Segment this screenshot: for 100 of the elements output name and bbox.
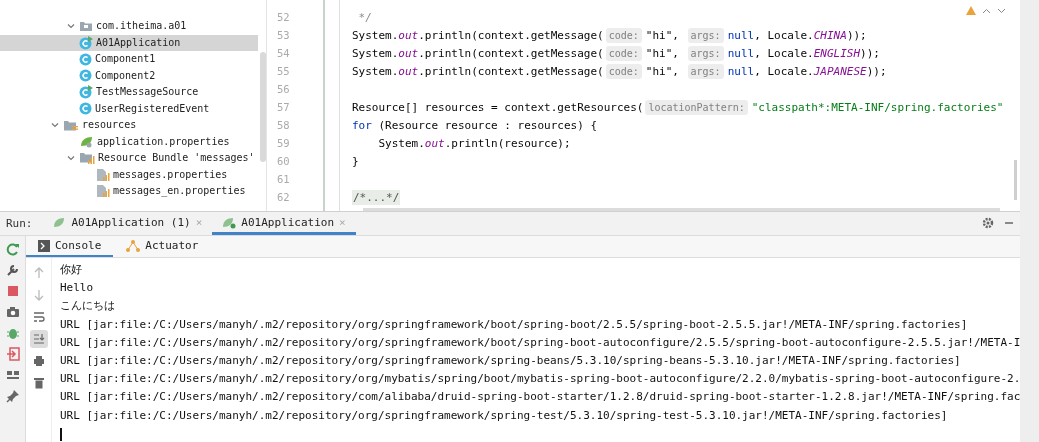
terminal-icon (38, 239, 50, 252)
tree-row[interactable]: UserRegisteredEvent (0, 100, 258, 117)
console-line: Hello (60, 280, 95, 297)
tree-item-label: UserRegisteredEvent (95, 101, 210, 116)
code-text: )); (860, 45, 880, 61)
code-string: "classpath*:META-INF/spring.factories" (751, 99, 1004, 115)
parameter-hint: code: (605, 27, 642, 43)
scroll-to-end-icon (32, 333, 45, 345)
code-field: out (424, 135, 445, 151)
code-text: System. (352, 27, 399, 43)
pin-icon[interactable] (5, 389, 20, 403)
parameter-hint: args: (687, 45, 724, 61)
print-icon (32, 355, 45, 367)
line-number: 52 (276, 10, 291, 25)
code-comment: */ (357, 9, 372, 25)
spring-run-icon (52, 215, 67, 229)
code-field: CHINA (813, 27, 847, 43)
camera-icon[interactable] (5, 305, 20, 319)
chevron-up-icon[interactable] (982, 6, 991, 15)
console-line: 你好 (60, 262, 83, 278)
code-text: "hi", (645, 27, 680, 43)
folded-code[interactable]: /*...*/ (352, 189, 401, 205)
class-icon (79, 69, 92, 83)
tree-row[interactable]: application.properties (0, 133, 258, 150)
code-text: "hi", (645, 63, 680, 79)
tree-item-label: TestMessageSource (96, 85, 199, 100)
parameter-hint: locationPattern: (645, 99, 748, 115)
code-field: out (398, 45, 419, 61)
soft-wrap-icon (32, 311, 45, 323)
line-number: 62 (276, 190, 291, 205)
bug-icon[interactable] (5, 326, 20, 340)
tree-row[interactable]: Component1 (0, 51, 258, 68)
properties-file-icon (95, 167, 110, 182)
trash-icon (32, 377, 45, 389)
tree-row[interactable]: messages.properties (0, 166, 258, 183)
parameter-hint: args: (687, 27, 724, 43)
parameter-hint: code: (605, 45, 642, 61)
settings-icon[interactable] (982, 217, 994, 229)
line-number: 55 (276, 64, 291, 79)
run-tab[interactable]: A01Application (1) × (42, 212, 213, 235)
vertical-scrollbar[interactable] (1014, 160, 1017, 200)
layout-icon[interactable] (5, 368, 20, 382)
tree-item-label: A01Application (96, 35, 181, 50)
console-tab[interactable]: Actuator (113, 236, 211, 257)
code-keyword: null (727, 45, 755, 61)
horizontal-scrollbar[interactable] (363, 208, 1000, 211)
tree-row[interactable]: messages_en.properties (0, 183, 258, 200)
line-number: 60 (276, 154, 291, 169)
code-text: )); (846, 27, 867, 43)
console-line: URL [jar:file:/C:/Users/manyh/.m2/repository/org/springframework/boot/spring-boot/2.5.5/spring-boot-2.5.5.jar!/META-INF/spring.factories] (60, 316, 969, 333)
console-line: URL [jar:file:/C:/Users/manyh/.m2/repository/com/alibaba/druid-spring-boot-starter/1.2.8/druid-spring-boot-starter-1.2.8.jar!/META-INF/spring.fac (60, 389, 1020, 406)
line-number: 53 (276, 28, 291, 43)
code-text: .println(context.getMessage( (418, 63, 604, 79)
console-line: URL [jar:file:/C:/Users/manyh/.m2/repository/org/springframework/spring-test/5.3.10/spring-test-5.3.10.jar!/META-INF/spring.factories] (60, 407, 949, 424)
chevron-down-icon[interactable] (997, 6, 1006, 15)
tree-item-label: Component2 (95, 68, 156, 83)
tree-row[interactable]: resources (0, 117, 258, 134)
parameter-hint: args: (687, 63, 724, 79)
console-line: URL [jar:file:/C:/Users/manyh/.m2/repository/org/springframework/spring-beans/5.3.10/spring-beans-5.3.10.jar!/META-INF/spring.factories] (60, 352, 962, 369)
code-text: )); (866, 63, 887, 79)
code-keyword: null (727, 27, 755, 43)
code-text: .println(context.getMessage( (418, 27, 604, 43)
scroll-to-end-button[interactable] (29, 330, 48, 348)
code-text: Resource[] resources = context.getResources( (352, 99, 644, 115)
tree-row[interactable]: A01Application (0, 34, 258, 51)
tree-row[interactable]: Resource Bundle 'messages' (0, 150, 258, 167)
code-field: ENGLISH (813, 45, 861, 61)
exit-icon[interactable] (5, 347, 20, 361)
code-text: , Locale. (754, 27, 814, 43)
code-field: JAPANESE (813, 63, 867, 79)
code-text: System. (352, 63, 399, 79)
tree-item-label: resources (82, 118, 137, 133)
code-text: , Locale. (754, 45, 814, 61)
tree-row[interactable]: com.itheima.a01 (0, 18, 258, 35)
text-cursor (60, 427, 62, 441)
runnable-class-icon (79, 35, 93, 50)
code-text: } (352, 153, 359, 169)
scrollbar-thumb[interactable] (260, 52, 266, 162)
line-number: 59 (276, 136, 291, 151)
console-tab[interactable]: Console (26, 236, 114, 257)
resources-folder-icon (63, 118, 79, 132)
class-icon (79, 52, 92, 66)
tree-row[interactable]: TestMessageSource (0, 84, 258, 101)
folder-icon (79, 20, 93, 33)
up-arrow-icon (32, 267, 45, 279)
rerun-icon[interactable] (5, 242, 20, 256)
wrench-icon[interactable] (5, 263, 20, 277)
tree-row[interactable]: Component2 (0, 67, 258, 84)
console-line: URL [jar:file:/C:/Users/manyh/.m2/repository/org/springframework/boot/spring-boot-autoconfigure/2.5.5/spring-boot-autoconfigure-2.5.5.jar!/META-I (60, 334, 1020, 351)
code-text: , Locale. (754, 63, 814, 79)
code-text: System. (377, 135, 425, 151)
code-text: .println(context.getMessage( (418, 45, 604, 61)
line-number: 61 (276, 172, 291, 187)
line-number: 54 (276, 46, 291, 61)
code-text: .println(resource); (444, 135, 571, 151)
properties-file-icon (95, 184, 110, 199)
stop-icon[interactable] (5, 284, 20, 298)
line-number: 57 (276, 100, 291, 115)
run-label: Run: (5, 216, 34, 232)
class-icon (79, 102, 92, 116)
